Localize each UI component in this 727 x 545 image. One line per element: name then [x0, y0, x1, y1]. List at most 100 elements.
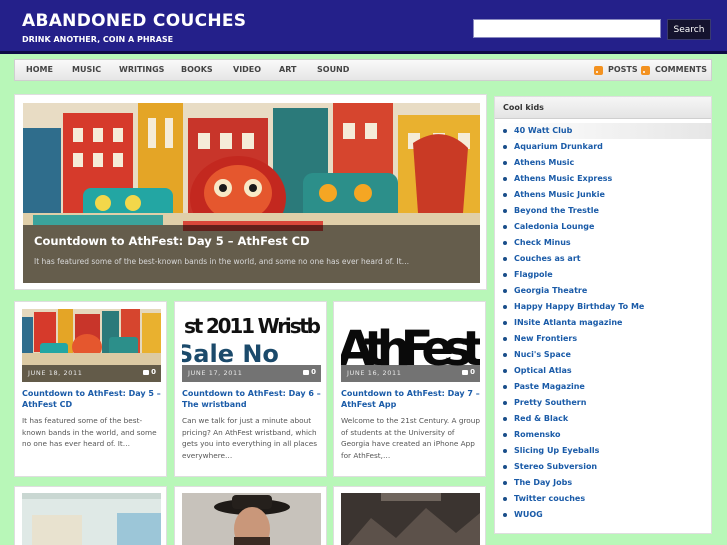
blogroll-item[interactable]: Aquarium Drunkard [495, 139, 711, 155]
post-thumbnail[interactable] [341, 493, 480, 545]
blogroll-link[interactable]: Check Minus [514, 238, 571, 247]
blogroll-item[interactable]: Romensko [495, 427, 711, 443]
blogroll-item[interactable]: The Day Jobs [495, 475, 711, 491]
blogroll-link[interactable]: Couches as art [514, 254, 581, 263]
post-card [174, 486, 327, 545]
featured-slide[interactable]: Countdown to AthFest: Day 5 – AthFest CD… [23, 103, 480, 283]
blogroll-item[interactable]: Happy Happy Birthday To Me [495, 299, 711, 315]
blogroll-link[interactable]: Nuci's Space [514, 350, 571, 359]
blogroll-link[interactable]: Flagpole [514, 270, 553, 279]
blogroll-item[interactable]: Slicing Up Eyeballs [495, 443, 711, 459]
blogroll-item[interactable]: Athens Music [495, 155, 711, 171]
comments-feed-link[interactable]: COMMENTS [641, 60, 707, 80]
post-thumbnail[interactable] [182, 493, 321, 545]
blogroll-link[interactable]: Romensko [514, 430, 560, 439]
comment-count-value: 0 [151, 368, 156, 376]
nav-item-art[interactable]: ART [279, 60, 296, 80]
blogroll-link[interactable]: Athens Music Junkie [514, 190, 605, 199]
post-card: JUNE 18, 2011 0 Countdown to AthFest: Da… [14, 301, 167, 477]
post-thumbnail[interactable] [22, 493, 161, 545]
nav-item-books[interactable]: BOOKS [181, 60, 213, 80]
blogroll-link[interactable]: Happy Happy Birthday To Me [514, 302, 644, 311]
dark-photo-image [341, 493, 480, 545]
blogroll-link[interactable]: Pretty Southern [514, 398, 586, 407]
nav-item-music[interactable]: MUSIC [72, 60, 101, 80]
nav-item-video[interactable]: VIDEO [233, 60, 261, 80]
blogroll-item[interactable]: Stereo Subversion [495, 459, 711, 475]
post-title[interactable]: Countdown to AthFest: Day 7 – AthFest Ap… [341, 388, 481, 410]
post-title[interactable]: Countdown to AthFest: Day 6 – The wristb… [182, 388, 322, 410]
blogroll-link[interactable]: Caledonia Lounge [514, 222, 594, 231]
comment-count-value: 0 [470, 368, 475, 376]
blogroll-link[interactable]: Optical Atlas [514, 366, 572, 375]
blogroll-link[interactable]: Slicing Up Eyeballs [514, 446, 599, 455]
blogroll-item[interactable]: Twitter couches [495, 491, 711, 507]
blogroll-link[interactable]: Aquarium Drunkard [514, 142, 603, 151]
posts-feed-link[interactable]: POSTS [594, 60, 638, 80]
blogroll-item[interactable]: New Frontiers [495, 331, 711, 347]
blogroll-link[interactable]: Beyond the Trestle [514, 206, 599, 215]
post-card [14, 486, 167, 545]
featured-post-excerpt: It has featured some of the best-known b… [34, 257, 410, 266]
blogroll-item[interactable]: Flagpole [495, 267, 711, 283]
blogroll-item[interactable]: Athens Music Junkie [495, 187, 711, 203]
comment-count[interactable]: 0 [462, 368, 475, 376]
blogroll-item[interactable]: 40 Watt Club [495, 123, 711, 139]
search-input[interactable] [473, 19, 661, 38]
blogroll-link[interactable]: Georgia Theatre [514, 286, 587, 295]
blogroll-link[interactable]: New Frontiers [514, 334, 577, 343]
blogroll-item[interactable]: Couches as art [495, 251, 711, 267]
post-thumbnail[interactable]: st 2011 Wristb Sale No JUNE 17, 2011 0 [182, 309, 321, 382]
nav-item-writings[interactable]: WRITINGS [119, 60, 164, 80]
blogroll-item[interactable]: Beyond the Trestle [495, 203, 711, 219]
blogroll-item[interactable]: Check Minus [495, 235, 711, 251]
blogroll-link[interactable]: Athens Music Express [514, 174, 612, 183]
post-meta: JUNE 17, 2011 0 [182, 365, 321, 382]
site-title[interactable]: ABANDONED COUCHES [22, 11, 246, 31]
wristband-thumb-text-bottom: Sale No [182, 340, 279, 368]
post-thumbnail[interactable]: AthFest JUNE 16, 2011 0 [341, 309, 480, 382]
blogroll-link[interactable]: Red & Black [514, 414, 568, 423]
post-excerpt: It has featured some of the best-known b… [22, 416, 157, 448]
blogroll-item[interactable]: Pretty Southern [495, 395, 711, 411]
comment-count[interactable]: 0 [143, 368, 156, 376]
blogroll-item[interactable]: Nuci's Space [495, 347, 711, 363]
blogroll-link[interactable]: Stereo Subversion [514, 462, 597, 471]
nav-item-home[interactable]: HOME [26, 60, 53, 80]
blogroll-link[interactable]: The Day Jobs [514, 478, 572, 487]
blogroll-item[interactable]: Optical Atlas [495, 363, 711, 379]
comment-count[interactable]: 0 [303, 368, 316, 376]
nav-item-sound[interactable]: SOUND [317, 60, 349, 80]
blogroll-link[interactable]: Athens Music [514, 158, 574, 167]
blogroll-link[interactable]: Paste Magazine [514, 382, 585, 391]
post-thumbnail[interactable]: JUNE 18, 2011 0 [22, 309, 161, 382]
comments-feed-label: COMMENTS [655, 65, 707, 74]
blogroll-item[interactable]: WUOG [495, 507, 711, 523]
blogroll-item[interactable]: Caledonia Lounge [495, 219, 711, 235]
search-button[interactable]: Search [667, 19, 711, 40]
musician-photo-image [182, 493, 321, 545]
post-card: st 2011 Wristb Sale No JUNE 17, 2011 0 C… [174, 301, 327, 477]
post-date: JUNE 18, 2011 [28, 369, 83, 377]
post-meta: JUNE 16, 2011 0 [341, 365, 480, 382]
blogroll-item[interactable]: Paste Magazine [495, 379, 711, 395]
site-header: ABANDONED COUCHES DRINK ANOTHER, COIN A … [0, 0, 727, 54]
poster-thumbnail-image [22, 493, 161, 545]
comment-icon [143, 369, 150, 375]
blogroll-item[interactable]: Athens Music Express [495, 171, 711, 187]
comment-icon [462, 369, 469, 375]
blogroll-link[interactable]: INsite Atlanta magazine [514, 318, 622, 327]
featured-post-box: Countdown to AthFest: Day 5 – AthFest CD… [14, 94, 487, 290]
blogroll-link[interactable]: WUOG [514, 510, 543, 519]
rss-icon [594, 65, 603, 75]
blogroll-item[interactable]: Red & Black [495, 411, 711, 427]
blogroll-link[interactable]: Twitter couches [514, 494, 585, 503]
blogroll-link[interactable]: 40 Watt Club [514, 126, 572, 135]
featured-post-title[interactable]: Countdown to AthFest: Day 5 – AthFest CD [34, 234, 310, 248]
comment-count-value: 0 [311, 368, 316, 376]
post-excerpt: Welcome to the 21st Century. A group of … [341, 416, 481, 460]
blogroll-item[interactable]: INsite Atlanta magazine [495, 315, 711, 331]
featured-caption: Countdown to AthFest: Day 5 – AthFest CD… [23, 225, 480, 283]
blogroll-item[interactable]: Georgia Theatre [495, 283, 711, 299]
post-title[interactable]: Countdown to AthFest: Day 5 – AthFest CD [22, 388, 162, 410]
